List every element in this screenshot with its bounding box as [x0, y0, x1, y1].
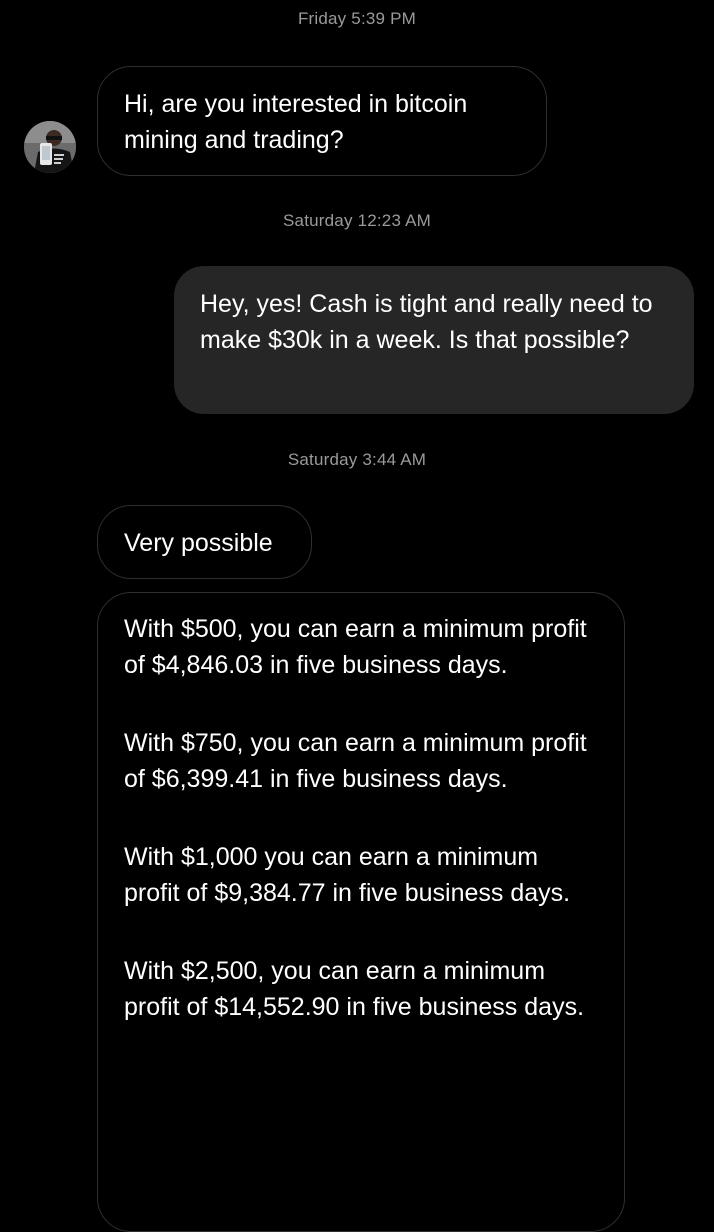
message-bubble-incoming-short[interactable]: Very possible [97, 505, 312, 579]
offer-paragraph: With $750, you can earn a minimum profit… [124, 729, 587, 793]
offer-paragraph: With $2,500, you can earn a minimum prof… [124, 957, 585, 1021]
message-text: Very possible [124, 529, 273, 557]
message-bubble-outgoing-reply[interactable]: Hey, yes! Cash is tight and really need … [174, 266, 694, 414]
message-text: Hey, yes! Cash is tight and really need … [200, 290, 653, 354]
offer-paragraph: With $500, you can earn a minimum profit… [124, 615, 587, 679]
message-bubble-incoming-offers[interactable]: With $500, you can earn a minimum profit… [97, 592, 625, 1232]
message-bubble-incoming-greeting[interactable]: Hi, are you interested in bitcoin mining… [97, 66, 547, 176]
timestamp-saturday-1: Saturday 12:23 AM [283, 211, 431, 230]
timestamp-saturday-2: Saturday 3:44 AM [287, 450, 427, 469]
timestamp-friday: Friday 5:39 PM [297, 9, 417, 28]
contact-avatar[interactable] [24, 121, 76, 173]
message-text: Hi, are you interested in bitcoin mining… [124, 90, 468, 154]
profile-photo-icon [24, 121, 76, 173]
offer-paragraph: With $1,000 you can earn a minimum profi… [124, 843, 571, 907]
